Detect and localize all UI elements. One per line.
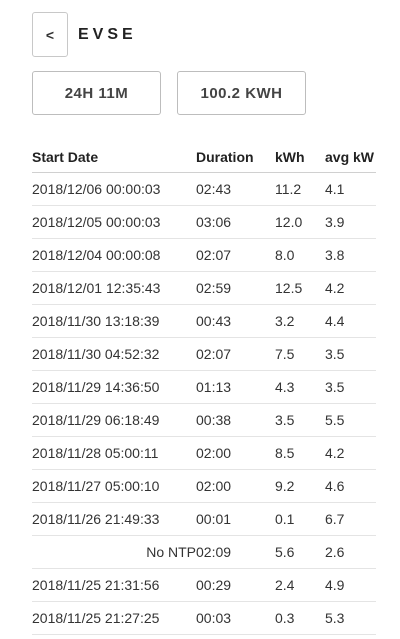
cell-start-date: 2018/12/04 00:00:08 — [32, 238, 196, 272]
cell-start-date: 2018/11/30 04:52:32 — [32, 337, 196, 371]
table-row[interactable]: 2018/11/25 21:27:25 00:03 0.3 5.3 — [32, 601, 376, 635]
cell-kwh: 12.0 — [275, 205, 325, 239]
column-header-avg-kw[interactable]: avg kW — [325, 142, 376, 173]
cell-avg-kw: 4.4 — [325, 304, 376, 338]
chevron-left-icon: < — [45, 26, 55, 43]
cell-avg-kw: 4.2 — [325, 271, 376, 305]
cell-duration: 02:43 — [196, 172, 275, 206]
cell-kwh: 5.6 — [275, 535, 325, 569]
header-bar: < EVSE — [32, 12, 137, 57]
table-row[interactable]: 2018/12/01 12:35:43 02:59 12.5 4.2 — [32, 271, 376, 305]
table-row[interactable]: 2018/12/05 00:00:03 03:06 12.0 3.9 — [32, 205, 376, 239]
cell-start-date: 2018/11/25 21:27:25 — [32, 601, 196, 635]
cell-duration: 02:00 — [196, 436, 275, 470]
table-row[interactable]: 2018/11/27 05:00:10 02:00 9.2 4.6 — [32, 469, 376, 503]
cell-duration: 01:13 — [196, 370, 275, 404]
table-row[interactable]: 2018/11/29 06:18:49 00:38 3.5 5.5 — [32, 403, 376, 437]
cell-kwh: 7.5 — [275, 337, 325, 371]
cell-avg-kw: 4.6 — [325, 469, 376, 503]
sessions-table: Start Date Duration kWh avg kW 2018/12/0… — [32, 142, 376, 635]
table-row[interactable]: 2018/11/29 14:36:50 01:13 4.3 3.5 — [32, 370, 376, 404]
table-row[interactable]: 2018/11/28 05:00:11 02:00 8.5 4.2 — [32, 436, 376, 470]
cell-duration: 00:03 — [196, 601, 275, 635]
cell-start-date: 2018/11/28 05:00:11 — [32, 436, 196, 470]
total-energy-value: 100.2 KWH — [200, 84, 283, 102]
cell-kwh: 8.5 — [275, 436, 325, 470]
cell-avg-kw: 6.7 — [325, 502, 376, 536]
table-header-row: Start Date Duration kWh avg kW — [32, 142, 376, 173]
cell-duration: 02:09 — [196, 535, 275, 569]
cell-avg-kw: 3.9 — [325, 205, 376, 239]
cell-kwh: 0.1 — [275, 502, 325, 536]
cell-start-date: 2018/12/01 12:35:43 — [32, 271, 196, 305]
cell-duration: 00:01 — [196, 502, 275, 536]
cell-duration: 02:00 — [196, 469, 275, 503]
summary-stats: 24H 11M 100.2 KWH — [32, 71, 306, 115]
cell-start-date: 2018/11/27 05:00:10 — [32, 469, 196, 503]
evse-page: < EVSE 24H 11M 100.2 KWH Start Date Dura… — [0, 0, 400, 639]
table-row[interactable]: 2018/11/30 13:18:39 00:43 3.2 4.4 — [32, 304, 376, 338]
cell-start-date: No NTP — [32, 535, 196, 569]
table-row[interactable]: 2018/11/26 21:49:33 00:01 0.1 6.7 — [32, 502, 376, 536]
page-title: EVSE — [78, 25, 137, 43]
cell-kwh: 3.2 — [275, 304, 325, 338]
cell-duration: 03:06 — [196, 205, 275, 239]
cell-avg-kw: 4.9 — [325, 568, 376, 602]
cell-kwh: 0.3 — [275, 601, 325, 635]
cell-start-date: 2018/12/06 00:00:03 — [32, 172, 196, 206]
total-duration-box[interactable]: 24H 11M — [32, 71, 161, 115]
cell-start-date: 2018/11/25 21:31:56 — [32, 568, 196, 602]
column-header-kwh[interactable]: kWh — [275, 142, 325, 173]
cell-kwh: 2.4 — [275, 568, 325, 602]
cell-avg-kw: 5.3 — [325, 601, 376, 635]
cell-avg-kw: 5.5 — [325, 403, 376, 437]
cell-kwh: 9.2 — [275, 469, 325, 503]
cell-kwh: 11.2 — [275, 172, 325, 206]
cell-duration: 02:07 — [196, 337, 275, 371]
cell-start-date: 2018/11/29 14:36:50 — [32, 370, 196, 404]
cell-avg-kw: 4.2 — [325, 436, 376, 470]
total-duration-value: 24H 11M — [64, 84, 129, 102]
cell-duration: 02:59 — [196, 271, 275, 305]
cell-kwh: 3.5 — [275, 403, 325, 437]
cell-avg-kw: 3.8 — [325, 238, 376, 272]
table-row[interactable]: 2018/11/30 04:52:32 02:07 7.5 3.5 — [32, 337, 376, 371]
cell-duration: 02:07 — [196, 238, 275, 272]
cell-kwh: 12.5 — [275, 271, 325, 305]
cell-kwh: 8.0 — [275, 238, 325, 272]
cell-start-date: 2018/12/05 00:00:03 — [32, 205, 196, 239]
table-row[interactable]: 2018/12/06 00:00:03 02:43 11.2 4.1 — [32, 172, 376, 206]
back-button[interactable]: < — [32, 12, 68, 57]
cell-kwh: 4.3 — [275, 370, 325, 404]
cell-avg-kw: 3.5 — [325, 370, 376, 404]
cell-start-date: 2018/11/26 21:49:33 — [32, 502, 196, 536]
sessions-table-body: 2018/12/06 00:00:03 02:43 11.2 4.1 2018/… — [32, 172, 376, 635]
cell-start-date: 2018/11/30 13:18:39 — [32, 304, 196, 338]
cell-duration: 00:43 — [196, 304, 275, 338]
table-row[interactable]: 2018/12/04 00:00:08 02:07 8.0 3.8 — [32, 238, 376, 272]
column-header-duration[interactable]: Duration — [196, 142, 275, 173]
table-row[interactable]: 2018/11/25 21:31:56 00:29 2.4 4.9 — [32, 568, 376, 602]
cell-duration: 00:38 — [196, 403, 275, 437]
cell-start-date: 2018/11/29 06:18:49 — [32, 403, 196, 437]
cell-avg-kw: 2.6 — [325, 535, 376, 569]
cell-avg-kw: 3.5 — [325, 337, 376, 371]
table-row[interactable]: No NTP 02:09 5.6 2.6 — [32, 535, 376, 569]
cell-avg-kw: 4.1 — [325, 172, 376, 206]
total-energy-box[interactable]: 100.2 KWH — [177, 71, 306, 115]
cell-duration: 00:29 — [196, 568, 275, 602]
column-header-start-date[interactable]: Start Date — [32, 142, 196, 173]
